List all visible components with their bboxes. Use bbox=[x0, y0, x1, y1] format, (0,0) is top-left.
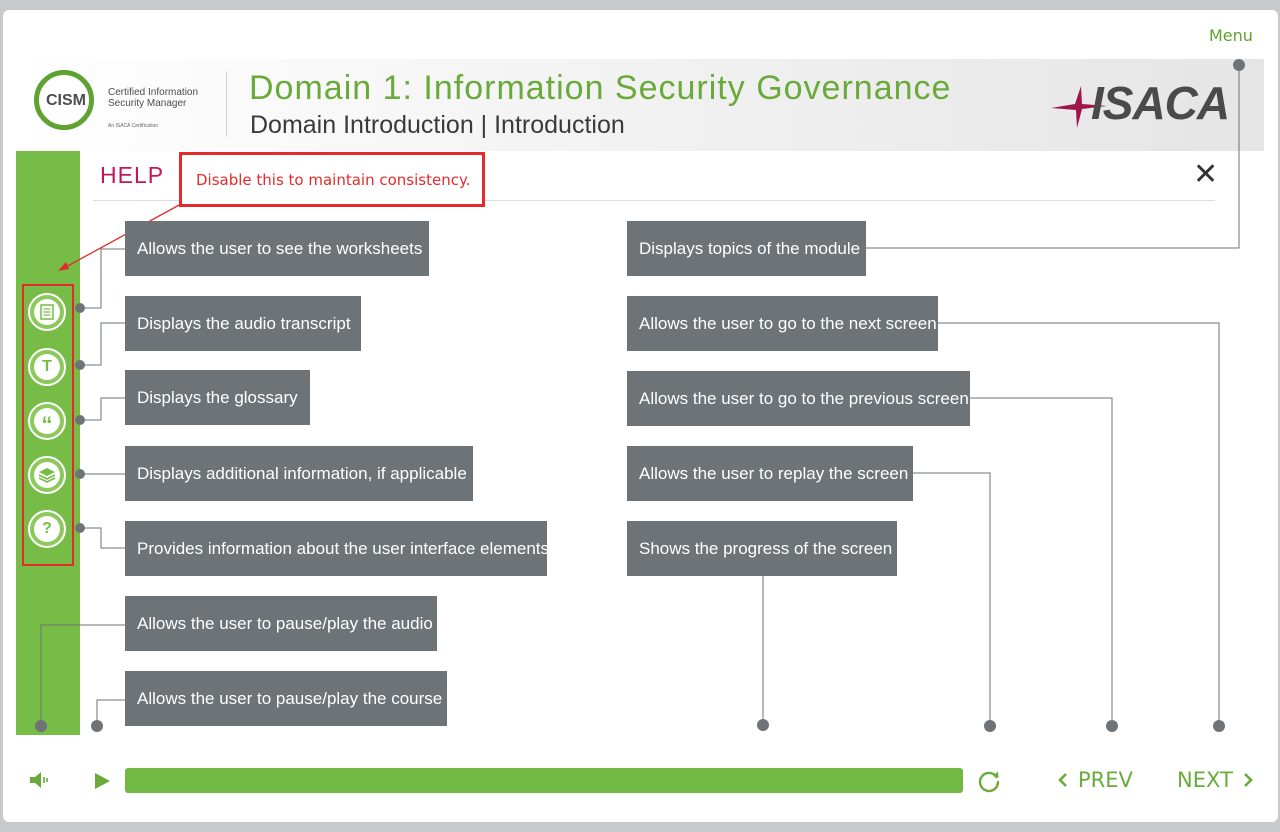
label-worksheets: Allows the user to see the worksheets bbox=[125, 221, 429, 276]
course-header: CISM Certified Information Security Mana… bbox=[16, 59, 1264, 151]
chevron-right-icon bbox=[1243, 773, 1253, 787]
cism-logo-seal: CISM bbox=[34, 70, 94, 130]
isaca-wordmark: ISACA bbox=[1091, 77, 1230, 129]
label-progress: Shows the progress of the screen bbox=[627, 521, 897, 576]
replay-icon[interactable] bbox=[976, 768, 1002, 794]
close-button[interactable]: ✕ bbox=[1193, 160, 1218, 190]
progress-fill bbox=[125, 768, 963, 793]
label-pause-course: Allows the user to pause/play the course bbox=[125, 671, 447, 726]
cism-logo-tagline: An ISACA Certification bbox=[108, 123, 159, 129]
isaca-logo: ISACA bbox=[1051, 77, 1230, 134]
page-title: Domain 1: Information Security Governanc… bbox=[249, 69, 952, 107]
cism-logo-abbr: CISM bbox=[46, 92, 86, 109]
label-topics: Displays topics of the module bbox=[627, 221, 866, 276]
next-button[interactable]: NEXT bbox=[1177, 768, 1253, 792]
label-previous: Allows the user to go to the previous sc… bbox=[627, 371, 970, 426]
next-label: NEXT bbox=[1177, 768, 1233, 792]
label-replay: Allows the user to replay the screen bbox=[627, 446, 913, 501]
chevron-left-icon bbox=[1058, 773, 1067, 787]
label-ui-info: Provides information about the user inte… bbox=[125, 521, 549, 576]
cism-logo-name: Certified Information Security Manager bbox=[108, 87, 199, 109]
sidebar-highlight-box bbox=[22, 284, 74, 566]
audio-icon[interactable] bbox=[28, 769, 50, 791]
label-additional: Displays additional information, if appl… bbox=[125, 446, 473, 501]
play-icon[interactable] bbox=[92, 771, 112, 791]
label-glossary: Displays the glossary bbox=[125, 370, 310, 425]
prev-label: PREV bbox=[1078, 768, 1133, 792]
menu-button[interactable]: Menu bbox=[1209, 26, 1253, 45]
label-pause-audio: Allows the user to pause/play the audio bbox=[125, 596, 437, 651]
label-next: Allows the user to go to the next screen bbox=[627, 296, 938, 351]
page-subtitle: Domain Introduction | Introduction bbox=[250, 111, 625, 139]
help-title: HELP bbox=[100, 162, 165, 188]
label-transcript: Displays the audio transcript bbox=[125, 296, 361, 351]
prev-button[interactable]: PREV bbox=[1058, 768, 1133, 792]
header-divider bbox=[226, 71, 227, 137]
annotation-callout: Disable this to maintain consistency. bbox=[179, 152, 485, 207]
progress-bar[interactable] bbox=[125, 768, 963, 793]
